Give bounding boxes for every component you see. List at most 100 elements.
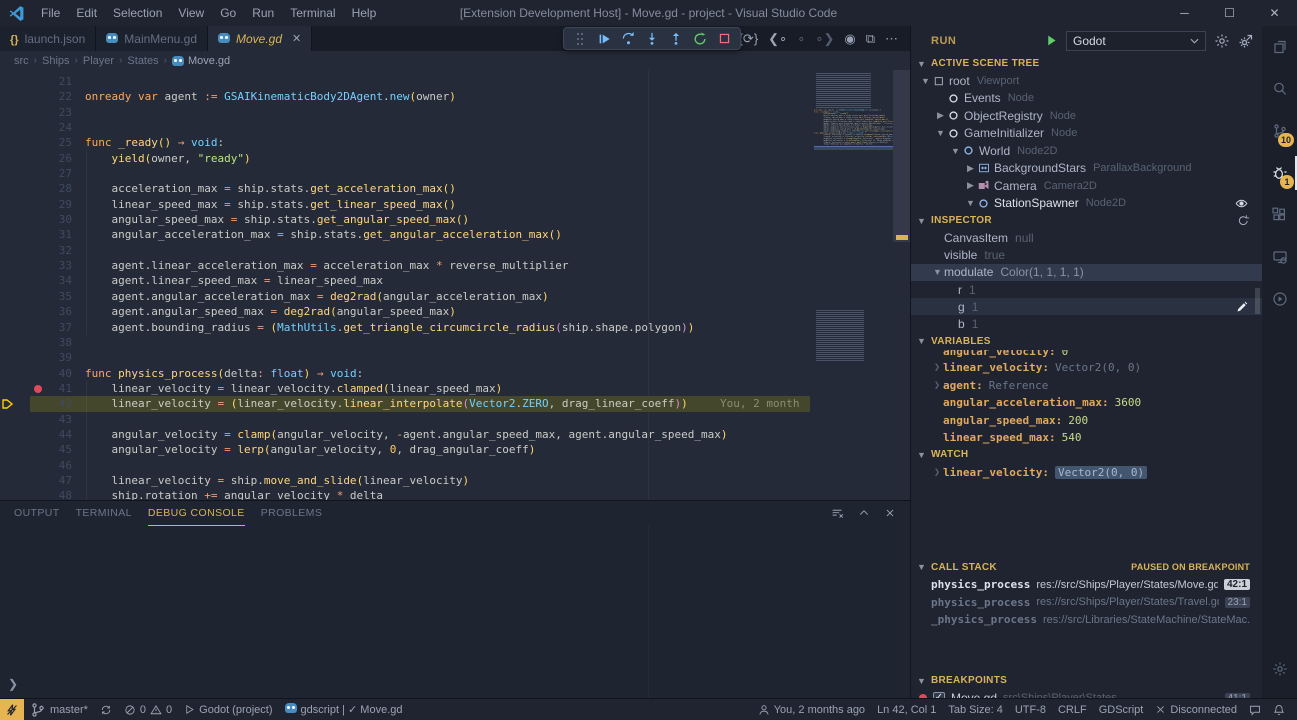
breakpoint-row[interactable]: ✓Move.gdsrc\Ships\Player\States41:1 — [911, 689, 1262, 698]
inspector-row[interactable]: b1 — [911, 315, 1262, 332]
glyph-margin[interactable] — [0, 304, 46, 319]
stop-button[interactable] — [712, 29, 736, 49]
menu-item-view[interactable]: View — [170, 0, 212, 26]
menu-item-terminal[interactable]: Terminal — [282, 0, 343, 26]
code-line[interactable]: 22onready var agent := GSAIKinematicBody… — [0, 89, 814, 104]
chevron-down-icon[interactable]: ▼ — [931, 267, 944, 277]
continue-button[interactable] — [592, 29, 616, 49]
glyph-margin[interactable] — [0, 458, 46, 473]
chevron-right-icon[interactable]: ▶ — [934, 110, 947, 121]
glyph-margin[interactable] — [0, 442, 46, 457]
section-watch[interactable]: ▼WATCH — [911, 446, 1262, 463]
breadcrumb-file[interactable]: Move.gd — [172, 55, 230, 67]
reload-scripts-button[interactable]: {⟳} — [739, 26, 759, 51]
scene-tree-node[interactable]: ▶CameraCamera2D — [911, 177, 1262, 195]
scene-tree-node[interactable]: ▶BackgroundStarsParallaxBackground — [911, 160, 1262, 178]
notifications-bell[interactable] — [1267, 699, 1291, 720]
search-icon[interactable] — [1262, 68, 1297, 110]
code-line[interactable]: 37agent.bounding_radius = (MathUtils.get… — [0, 320, 814, 335]
glyph-margin[interactable] — [0, 396, 46, 411]
launch-config-select[interactable]: Godot — [1066, 31, 1206, 51]
scene-tree-node[interactable]: ▼GameInitializerNode — [911, 125, 1262, 143]
code-line[interactable]: 41linear_velocity = linear_velocity.clam… — [0, 381, 814, 396]
menu-item-edit[interactable]: Edit — [68, 0, 105, 26]
variable-row[interactable]: linear_speed_max:540 — [911, 429, 1262, 447]
menu-item-help[interactable]: Help — [344, 0, 385, 26]
glyph-margin[interactable] — [0, 89, 46, 104]
open-launch-config-icon[interactable] — [1238, 33, 1254, 49]
godot-run-status[interactable]: Godot (project) — [178, 699, 278, 720]
section-breakpoints[interactable]: ▼BREAKPOINTS — [911, 672, 1262, 689]
run-circle-button[interactable]: ◉ — [844, 26, 855, 51]
maximize-button[interactable]: ☐ — [1207, 0, 1252, 26]
glyph-margin[interactable] — [0, 488, 46, 500]
inspector-row[interactable]: visibletrue — [911, 246, 1262, 263]
navigate-forward-button[interactable]: ∘❯ — [815, 26, 834, 51]
section-inspector[interactable]: ▼INSPECTOR — [911, 212, 1262, 229]
glyph-margin[interactable] — [0, 335, 46, 350]
scene-tree-node[interactable]: EventsNode — [911, 90, 1262, 108]
inspector-row[interactable]: g1 — [911, 298, 1262, 315]
code-line[interactable]: 25func _ready() → void: — [0, 135, 814, 150]
clear-console-icon[interactable] — [831, 507, 844, 520]
menu-item-go[interactable]: Go — [212, 0, 244, 26]
call-stack-frame[interactable]: _physics_processres://src/Libraries/Stat… — [911, 611, 1262, 629]
chevron-down-icon[interactable]: ▼ — [934, 128, 947, 138]
variable-row[interactable]: angular_velocity:0 — [911, 350, 1262, 359]
call-stack-frame[interactable]: physics_processres://src/Ships/Player/St… — [911, 593, 1262, 611]
inspector-row[interactable]: ▼modulateColor(1, 1, 1, 1) — [911, 264, 1262, 281]
glyph-margin[interactable] — [0, 320, 46, 335]
glyph-margin[interactable] — [0, 350, 46, 365]
debug-console-body[interactable]: ❯ — [0, 525, 910, 698]
code-line[interactable]: 44angular_velocity = clamp(angular_veloc… — [0, 427, 814, 442]
chevron-down-icon[interactable]: ▼ — [919, 76, 932, 86]
language-mode[interactable]: GDScript — [1093, 699, 1150, 720]
debug-settings-gear-icon[interactable] — [1214, 33, 1230, 49]
code-line[interactable]: 31angular_acceleration_max = ship.stats.… — [0, 227, 814, 242]
step-out-button[interactable] — [664, 29, 688, 49]
minimize-button[interactable]: ─ — [1162, 0, 1207, 26]
tab-launch-json[interactable]: {}launch.json — [0, 26, 96, 51]
godot-connection[interactable]: Disconnected — [1149, 699, 1243, 720]
step-over-button[interactable] — [616, 29, 640, 49]
glyph-margin[interactable] — [0, 243, 46, 258]
inspector-row[interactable]: r1 — [911, 281, 1262, 298]
code-line[interactable]: 38 — [0, 335, 814, 350]
code-line[interactable]: 32 — [0, 243, 814, 258]
step-into-button[interactable] — [640, 29, 664, 49]
encoding[interactable]: UTF-8 — [1009, 699, 1052, 720]
glyph-margin[interactable] — [0, 412, 46, 427]
glyph-margin[interactable] — [0, 366, 46, 381]
glyph-margin[interactable] — [0, 105, 46, 120]
glyph-margin[interactable] — [0, 74, 46, 89]
code-line[interactable]: 24 — [0, 120, 814, 135]
glyph-margin[interactable] — [0, 227, 46, 242]
inspector-row[interactable]: CanvasItemnull — [911, 229, 1262, 246]
code-line[interactable]: 30angular_speed_max = ship.stats.get_ang… — [0, 212, 814, 227]
editor-scrollbar[interactable] — [893, 70, 910, 500]
extensions-icon[interactable] — [1262, 194, 1297, 236]
chevron-right-icon[interactable]: ▶ — [964, 180, 977, 191]
breakpoint-icon[interactable] — [34, 385, 42, 393]
section-call-stack[interactable]: ▼CALL STACKPAUSED ON BREAKPOINT — [911, 559, 1262, 576]
debug-console-input[interactable]: ❯ — [0, 674, 910, 694]
code-line[interactable]: 26yield(owner, "ready") — [0, 151, 814, 166]
close-panel-icon[interactable] — [884, 507, 896, 520]
breadcrumb[interactable]: src›Ships›Player›States› Move.gd — [0, 51, 910, 70]
variable-row[interactable]: angular_acceleration_max:3600 — [911, 394, 1262, 412]
chevron-right-icon[interactable]: ❯ — [931, 380, 943, 391]
breadcrumb-item[interactable]: src — [14, 55, 29, 67]
source-control-icon[interactable]: 10 — [1262, 110, 1297, 152]
glyph-margin[interactable] — [0, 258, 46, 273]
scrollbar-thumb[interactable] — [893, 70, 910, 242]
problems-status[interactable]: 00 — [118, 699, 178, 720]
menu-item-selection[interactable]: Selection — [105, 0, 170, 26]
glyph-margin[interactable] — [0, 166, 46, 181]
glyph-margin[interactable] — [0, 427, 46, 442]
language-server-status[interactable]: gdscript | ✓ Move.gd — [279, 699, 409, 720]
remote-inspect-eye-icon[interactable] — [1235, 197, 1248, 210]
glyph-margin[interactable] — [0, 212, 46, 227]
tab-size[interactable]: Tab Size: 4 — [942, 699, 1008, 720]
panel-tab-output[interactable]: OUTPUT — [14, 501, 60, 525]
glyph-margin[interactable] — [0, 181, 46, 196]
